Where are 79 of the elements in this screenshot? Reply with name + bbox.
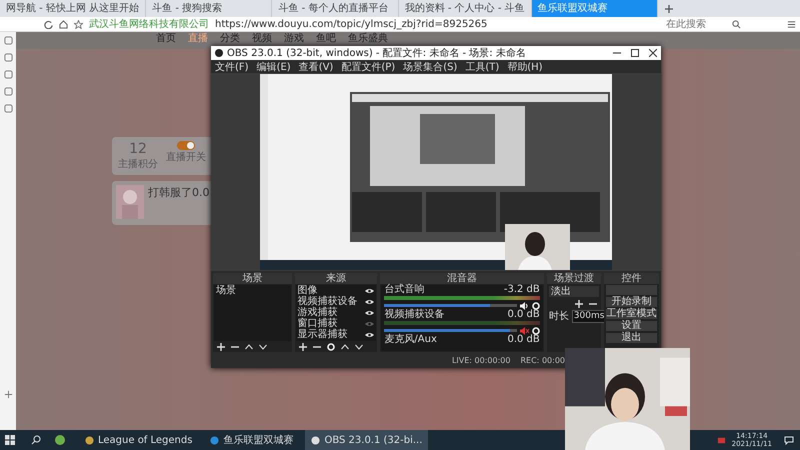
menu-item[interactable]: 帮助(H): [507, 60, 543, 74]
tray-icon[interactable]: [716, 436, 726, 444]
menu-item[interactable]: 文件(F): [215, 60, 249, 74]
transition-dropdown[interactable]: 淡出: [548, 286, 599, 297]
app-icon: [215, 49, 223, 57]
control-button[interactable]: 开始录制: [606, 297, 657, 307]
live-switch[interactable]: [177, 141, 195, 150]
nav-link[interactable]: 鱼吧: [316, 33, 336, 45]
panel-title: 控件: [604, 273, 659, 284]
score-value: 12: [129, 141, 147, 157]
app-icon: [311, 436, 320, 444]
score-label: 主播积分: [118, 158, 158, 171]
site-label: 武汉斗鱼网络科技有限公司: [89, 18, 209, 31]
channel-reading: 0.0 dB: [507, 335, 540, 345]
speaker-icon[interactable]: [520, 302, 529, 310]
new-tab-icon[interactable]: [664, 4, 674, 14]
duration-field[interactable]: 300ms: [572, 310, 606, 322]
control-button[interactable]: 工作室模式: [606, 309, 657, 319]
status-text: REC: 00:00: [520, 356, 565, 364]
start-icon[interactable]: [5, 435, 15, 445]
notification-icon[interactable]: [784, 436, 794, 444]
app-icon: [210, 436, 220, 444]
eye-icon[interactable]: [365, 288, 374, 294]
source-item[interactable]: 游戏捕获: [296, 307, 376, 318]
search-icon[interactable]: [732, 20, 741, 28]
menu-item[interactable]: 配置文件(P): [341, 60, 396, 74]
home-icon[interactable]: [59, 20, 68, 28]
channel-reading: 0.0 dB: [507, 310, 540, 320]
taskbar-button[interactable]: League of Legends: [79, 430, 198, 450]
control-button[interactable]: 退出: [606, 333, 657, 343]
taskbar-button[interactable]: 鱼乐联盟双城赛: [204, 430, 300, 450]
close-icon[interactable]: [649, 49, 657, 57]
source-item[interactable]: 窗口捕获: [296, 318, 376, 329]
source-item[interactable]: 图像: [296, 285, 376, 296]
switch-label: 直播开关: [166, 150, 206, 164]
control-button[interactable]: 设置: [606, 321, 657, 331]
nav-link[interactable]: 游戏: [284, 33, 304, 45]
status-text: LIVE: 00:00:00: [452, 356, 510, 364]
taskbar-button[interactable]: OBS 23.0.1 (32-bi...: [305, 430, 428, 450]
duration-label: 时长: [548, 310, 569, 323]
channel-name: 视频捕获设备: [384, 310, 444, 320]
channel-name: 麦克风/Aux: [384, 335, 437, 345]
eye-icon[interactable]: [365, 332, 374, 338]
maximize-icon[interactable]: [631, 49, 639, 57]
nav-link[interactable]: 视频: [252, 33, 272, 45]
refresh-icon[interactable]: [44, 20, 53, 28]
source-item[interactable]: 视频捕获设备: [296, 296, 376, 307]
app-icon[interactable]: [55, 435, 65, 445]
menu-item[interactable]: 编辑(E): [256, 60, 291, 74]
menu-item[interactable]: 查看(V): [298, 60, 334, 74]
eye-icon[interactable]: [365, 298, 374, 304]
room-title[interactable]: 打韩服了0.0: [148, 185, 210, 221]
menu-item[interactable]: 场景集合(S): [403, 60, 458, 74]
app-icon: [85, 436, 94, 444]
move-down-icon[interactable]: [354, 343, 363, 351]
star-icon[interactable]: [74, 20, 83, 28]
search-field[interactable]: 在此搜索: [666, 18, 726, 30]
window-title: OBS 23.0.1 (32-bit, windows) - 配置文件: 未命名 - 场景: 未命名: [227, 46, 526, 60]
panel-title: 场景过渡: [546, 273, 601, 284]
volume-slider[interactable]: [384, 329, 517, 332]
panel-title: 场景: [213, 273, 292, 284]
url-text[interactable]: https://www.douyu.com/topic/ylmscj_zbj?rid=8925265: [215, 18, 488, 30]
channel-name: 台式音响: [384, 285, 424, 295]
channel-reading: -3.2 dB: [504, 285, 540, 295]
move-down-icon[interactable]: [259, 343, 267, 351]
scene-item[interactable]: 场景: [214, 285, 291, 296]
move-up-icon[interactable]: [245, 343, 253, 351]
nav-link[interactable]: 首页: [156, 33, 176, 45]
menu-item[interactable]: 工具(T): [465, 60, 500, 74]
search-icon[interactable]: [31, 435, 41, 445]
eye-icon[interactable]: [365, 310, 374, 316]
nav-link[interactable]: 分类: [220, 33, 240, 45]
menu-icon[interactable]: [787, 20, 796, 28]
panel-title: 混音器: [380, 273, 544, 284]
nav-link[interactable]: 鱼乐盛典: [348, 33, 388, 45]
volume-slider[interactable]: [384, 304, 517, 307]
source-item[interactable]: 显示器捕获: [296, 329, 376, 340]
move-up-icon[interactable]: [340, 343, 349, 351]
panel-title: 来源: [294, 273, 378, 284]
